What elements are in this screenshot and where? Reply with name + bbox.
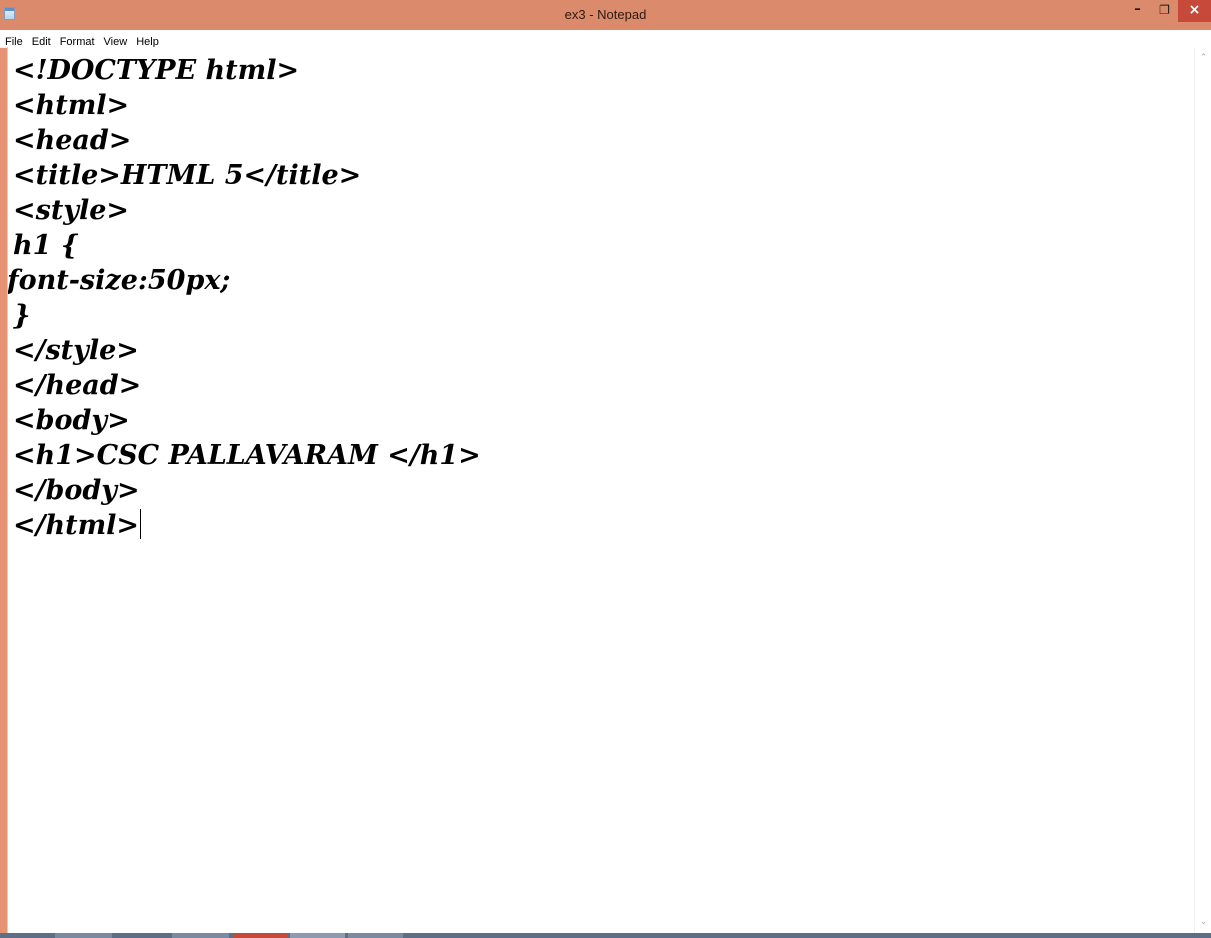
- code-line: <head>: [13, 125, 132, 156]
- close-button[interactable]: ×: [1178, 0, 1211, 22]
- code-line: <style>: [13, 195, 130, 226]
- taskbar-button[interactable]: [348, 933, 403, 938]
- code-line: </body>: [13, 475, 140, 506]
- code-line: </style>: [13, 335, 139, 366]
- minimize-button[interactable]: –: [1124, 0, 1151, 22]
- maximize-button[interactable]: ❐: [1151, 0, 1178, 22]
- menu-bar: File Edit Format View Help: [0, 30, 1211, 48]
- code-line: <html>: [13, 90, 130, 121]
- taskbar-button[interactable]: [290, 933, 345, 938]
- vertical-scrollbar[interactable]: ⌃ ⌄: [1194, 48, 1211, 933]
- code-line: <h1>CSC PALLAVARAM </h1>: [13, 440, 481, 471]
- taskbar-button[interactable]: [55, 933, 112, 938]
- scroll-down-arrow-icon[interactable]: ⌄: [1195, 914, 1211, 931]
- taskbar-edge: [0, 933, 1211, 938]
- code-line: <title>HTML 5</title>: [13, 160, 362, 191]
- text-caret: [140, 509, 142, 539]
- code-line: <body>: [13, 405, 130, 436]
- code-line: h1 {: [13, 230, 79, 261]
- window-title: ex3 - Notepad: [564, 7, 647, 22]
- code-line-last: </html>: [13, 509, 142, 543]
- title-bar[interactable]: ex3 - Notepad – ❐ ×: [0, 0, 1211, 30]
- text-editor[interactable]: <!DOCTYPE html> <html> <head> <title>HTM…: [8, 48, 1193, 933]
- code-line: }: [13, 300, 31, 331]
- scroll-up-arrow-icon[interactable]: ⌃: [1195, 50, 1211, 67]
- code-line-text: </html>: [13, 510, 140, 541]
- code-line: font-size:50px;: [8, 265, 231, 296]
- code-line: </head>: [13, 370, 142, 401]
- taskbar-button-active[interactable]: [233, 933, 288, 938]
- taskbar-button[interactable]: [172, 933, 229, 938]
- code-line: <!DOCTYPE html>: [13, 55, 300, 86]
